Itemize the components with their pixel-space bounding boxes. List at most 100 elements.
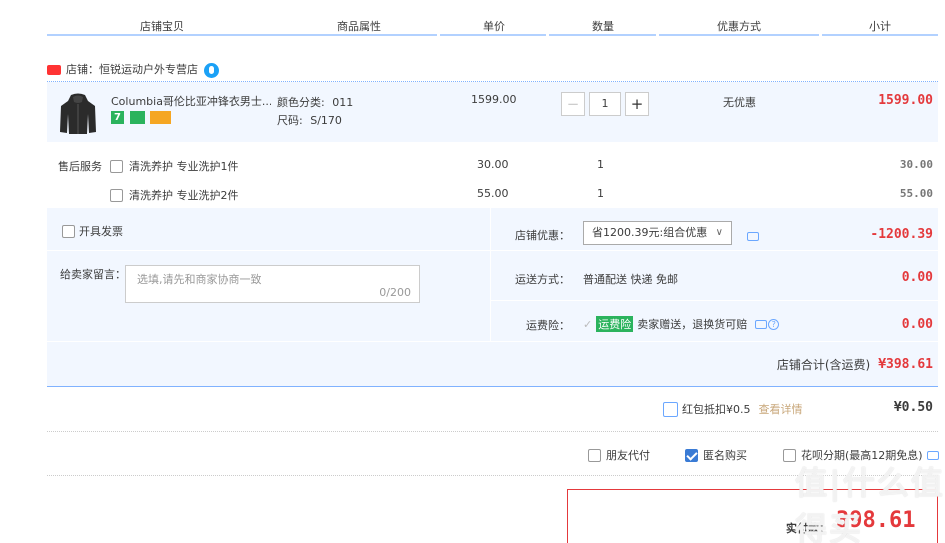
comment-icon[interactable]: [747, 231, 759, 241]
shop-total-label: 店铺合计(含运费): [776, 358, 871, 372]
shop-discount-label: 店铺优惠：: [515, 229, 570, 242]
item-discount: 无优惠: [723, 96, 756, 109]
shop-discount-amount: -1200.39: [870, 227, 933, 242]
decrease-quantity-button[interactable]: −: [561, 92, 585, 116]
tmall-icon: [47, 65, 61, 75]
chevron-down-icon: ∨: [715, 227, 723, 238]
help-icon[interactable]: ?: [768, 318, 780, 330]
installment-label: 花呗分期(最高12期免息): [801, 449, 923, 462]
col-subtotal: 小计: [869, 20, 891, 33]
shop-name-link[interactable]: 恒锐运动户外专营店: [99, 63, 198, 76]
after-sales-checkbox[interactable]: [110, 188, 123, 202]
comment-icon[interactable]: [755, 319, 768, 329]
installment-option[interactable]: 花呗分期(最高12期免息): [783, 447, 939, 463]
after-sales-subtotal: 55.00: [899, 187, 933, 200]
size-label: 尺码:: [277, 114, 303, 127]
after-sales-option-label: 清洗养护 专业洗护1件: [129, 160, 239, 173]
item-unit-price: 1599.00: [471, 93, 517, 106]
col-discount: 优惠方式: [717, 20, 761, 33]
final-payment-box: 实付款： 398.61: [567, 489, 938, 543]
shipping-label: 运送方式：: [515, 273, 570, 286]
anonymous-option[interactable]: 匿名购买: [685, 447, 747, 463]
installment-checkbox[interactable]: [783, 448, 796, 462]
shipping-amount: 0.00: [901, 270, 933, 285]
message-field[interactable]: 选填,请先和商家协商一致 0/200: [125, 265, 420, 303]
anonymous-label: 匿名购买: [703, 449, 747, 462]
col-quantity: 数量: [592, 20, 614, 33]
after-sales-option-label: 清洗养护 专业洗护2件: [129, 189, 239, 202]
after-sales-label: 售后服务: [58, 160, 102, 173]
item-subtotal: 1599.00: [878, 93, 933, 108]
panel-divider: [490, 208, 491, 341]
friend-pay-option[interactable]: 朋友代付: [588, 447, 650, 463]
after-sales-checkbox[interactable]: [110, 159, 123, 173]
header-underline: [47, 34, 437, 36]
insurance-amount: 0.00: [901, 317, 933, 332]
header-underline: [440, 34, 546, 36]
divider: [47, 475, 938, 476]
after-sales-price: 30.00: [477, 158, 509, 171]
col-shop-item: 店铺宝贝: [140, 20, 184, 33]
friend-pay-checkbox[interactable]: [588, 448, 601, 462]
panel-divider: [47, 250, 490, 251]
invoice-option[interactable]: 开具发票: [62, 223, 123, 239]
color-value: 011: [332, 96, 354, 109]
comment-icon[interactable]: [926, 450, 939, 460]
after-sales-qty: 1: [597, 187, 604, 200]
seven-day-return-icon: 7: [111, 110, 124, 124]
after-sales-subtotal: 30.00: [899, 158, 933, 171]
quantity-input[interactable]: 1: [589, 92, 621, 116]
chat-wangwang-icon[interactable]: [204, 62, 219, 78]
check-icon: ✓: [583, 317, 593, 331]
color-label: 颜色分类:: [277, 96, 325, 109]
red-packet-checkbox[interactable]: [663, 401, 678, 417]
red-packet-details-link[interactable]: 查看详情: [759, 401, 803, 417]
panel-bottom-border: [47, 386, 938, 387]
friend-pay-label: 朋友代付: [606, 449, 650, 462]
insurance-badge: 运费险: [596, 316, 634, 332]
quality-guarantee-icon: [129, 110, 145, 124]
message-counter: 0/200: [379, 286, 411, 299]
shop-total-amount: ¥398.61: [878, 357, 933, 372]
final-payment-amount: 398.61: [836, 508, 916, 533]
final-payment-label: 实付款：: [786, 522, 830, 535]
after-sales-qty: 1: [597, 158, 604, 171]
red-packet-option[interactable]: 红包抵扣¥0.5 查看详情: [663, 401, 803, 417]
shop-total: 店铺合计(含运费) ¥398.61: [777, 356, 933, 373]
header-underline: [822, 34, 938, 36]
col-unit-price: 单价: [483, 20, 505, 33]
insurance-text: 卖家赠送，退换货可赔: [637, 318, 748, 331]
divider: [47, 431, 938, 432]
invoice-label: 开具发票: [79, 225, 123, 238]
after-sales-option[interactable]: 清洗养护 专业洗护2件: [110, 187, 239, 203]
color-attribute: 颜色分类: 011: [277, 94, 353, 110]
product-title-link[interactable]: Columbia哥伦比亚冲锋衣男士...: [111, 93, 271, 109]
shipping-value: 普通配送 快递 免邮: [583, 273, 678, 286]
credit-card-icon: [150, 110, 171, 124]
panel-divider: [47, 341, 938, 342]
red-packet-amount: ¥0.50: [893, 400, 933, 415]
message-placeholder: 选填,请先和商家协商一致: [137, 273, 262, 286]
shop-discount-selected: 省1200.39元:组合优惠: [592, 226, 708, 239]
after-sales-price: 55.00: [477, 187, 509, 200]
service-icons: 7: [111, 110, 173, 124]
message-label: 给卖家留言：: [60, 268, 126, 281]
insurance-label: 运费险：: [526, 319, 570, 332]
product-thumbnail[interactable]: [58, 92, 98, 136]
quantity-stepper: − 1 +: [561, 92, 649, 116]
shop-row: 店铺：恒锐运动户外专营店: [47, 62, 219, 78]
panel-divider: [490, 250, 938, 251]
size-value: S/170: [310, 114, 342, 127]
column-header: 店铺宝贝 商品属性 单价 数量 优惠方式 小计: [0, 0, 945, 36]
invoice-checkbox[interactable]: [62, 224, 75, 238]
red-packet-label: 红包抵扣¥0.5: [682, 403, 751, 416]
panel-divider: [490, 300, 938, 301]
increase-quantity-button[interactable]: +: [625, 92, 649, 116]
col-attributes: 商品属性: [337, 20, 381, 33]
item-row: [47, 82, 938, 142]
size-attribute: 尺码: S/170: [277, 112, 342, 128]
shop-label: 店铺：: [66, 63, 99, 76]
shop-discount-select[interactable]: 省1200.39元:组合优惠 ∨: [583, 221, 732, 245]
after-sales-option[interactable]: 清洗养护 专业洗护1件: [110, 158, 239, 174]
anonymous-checkbox[interactable]: [685, 448, 698, 462]
